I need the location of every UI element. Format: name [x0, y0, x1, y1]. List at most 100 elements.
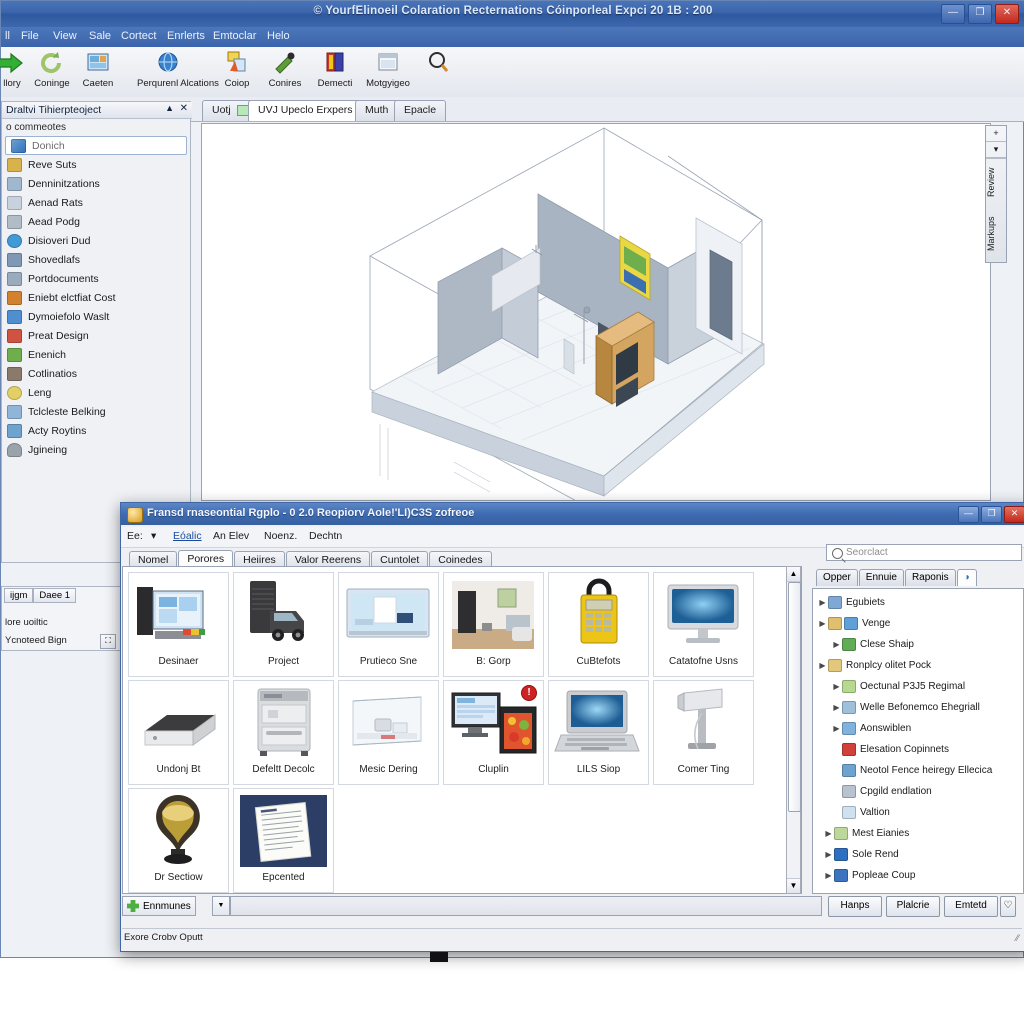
grid-item[interactable]: B: Gorp: [443, 572, 544, 677]
zoom-in-button[interactable]: +: [986, 126, 1006, 142]
list-item[interactable]: Preat Design: [2, 326, 190, 345]
component-dropdown-button[interactable]: ▼: [212, 896, 230, 916]
tree-row[interactable]: Valtion: [813, 802, 1023, 823]
lower-left-expand-button[interactable]: ⛶: [100, 634, 116, 649]
expand-arrow-icon[interactable]: ▶: [817, 619, 828, 628]
scrollbar-thumb[interactable]: [788, 582, 801, 812]
close-icon[interactable]: ✕: [180, 103, 188, 114]
doc-tab-active[interactable]: UVJ Upeclo Erxpers: [248, 100, 363, 121]
menu-item-cortect[interactable]: Cortect: [121, 30, 156, 42]
minimize-button[interactable]: —: [941, 4, 965, 24]
toolbar-button-search[interactable]: [407, 49, 469, 78]
lower-left-tab-1[interactable]: Daee 1: [33, 588, 77, 603]
model-viewport[interactable]: [201, 123, 991, 501]
thumbnail-grid[interactable]: Desinaer Project Prutieco Sne B: Gorp Cu…: [122, 566, 802, 894]
grid-item[interactable]: Catatofne Usns: [653, 572, 754, 677]
dialog-menu-dechtn[interactable]: Dechtn: [309, 530, 342, 542]
tree-row[interactable]: ▶ Welle Befonemco Ehegriall: [813, 697, 1023, 718]
expand-arrow-icon[interactable]: ▶: [817, 598, 828, 607]
tree-row[interactable]: ▶ Venge: [813, 613, 1023, 634]
chevron-down-icon[interactable]: ▾: [986, 142, 1006, 158]
dialog-menu-edit[interactable]: Eóalic: [173, 530, 202, 542]
tree-row[interactable]: ▶ Popleae Coup: [813, 865, 1023, 886]
right-tab-opper[interactable]: Opper: [816, 569, 858, 586]
grid-item[interactable]: Comer Ting: [653, 680, 754, 785]
dialog-minimize-button[interactable]: —: [958, 506, 979, 523]
right-tab-ennuie[interactable]: Ennuie: [858, 569, 904, 586]
menu-item-help[interactable]: Helo: [267, 30, 290, 42]
menu-item-file[interactable]: File: [21, 30, 39, 42]
menu-item-view[interactable]: View: [53, 30, 77, 42]
grid-scrollbar[interactable]: ▲ ▼: [786, 566, 801, 894]
menu-item-0[interactable]: ll: [5, 30, 10, 42]
list-item[interactable]: Reve Suts: [2, 155, 190, 174]
tree-row[interactable]: Neotol Fence heiregy Ellecica: [813, 760, 1023, 781]
list-item[interactable]: Denninitzations: [2, 174, 190, 193]
component-button[interactable]: Ennmunes: [122, 896, 196, 916]
grid-item[interactable]: Undonj Bt: [128, 680, 229, 785]
grid-item[interactable]: Project: [233, 572, 334, 677]
grid-item[interactable]: Epcented: [233, 788, 334, 893]
expand-arrow-icon[interactable]: ▶: [831, 640, 842, 649]
project-tree-search-row[interactable]: Donich: [5, 136, 187, 155]
dialog-tree-panel[interactable]: ▶ Egubiets ▶ Venge ▶ Clese Shaip ▶ Ronplcy o…: [812, 588, 1024, 894]
dialog-restore-button[interactable]: ❐: [981, 506, 1002, 523]
menu-item-enrlerts[interactable]: Enrlerts: [167, 30, 205, 42]
tree-row[interactable]: ▶ Sole Rend: [813, 844, 1023, 865]
grid-item[interactable]: Desinaer: [128, 572, 229, 677]
dialog-menu-noenz[interactable]: Noenz.: [264, 530, 297, 542]
right-tab-refresh-icon[interactable]: ◑: [956, 569, 977, 586]
doc-tab-muth[interactable]: Muth: [355, 100, 399, 121]
grid-item[interactable]: ! Cluplin: [443, 680, 544, 785]
expand-arrow-icon[interactable]: ▶: [823, 850, 834, 859]
tree-row[interactable]: Elesation Copinnets: [813, 739, 1023, 760]
dialog-close-button[interactable]: ✕: [1004, 506, 1024, 523]
grid-item[interactable]: Dr Sectiow: [128, 788, 229, 893]
toolbar-button-perqurenl[interactable]: Perqurenl Alcations: [137, 49, 219, 89]
scroll-up-button[interactable]: ▲: [787, 567, 800, 582]
list-item[interactable]: Portdocuments: [2, 269, 190, 288]
list-item[interactable]: Aenad Rats: [2, 193, 190, 212]
list-item[interactable]: Disioveri Dud: [2, 231, 190, 250]
list-item[interactable]: Eniebt elctfiat Cost: [2, 288, 190, 307]
tree-row[interactable]: ▶ Mest Eianies: [813, 823, 1023, 844]
grid-item[interactable]: Mesic Dering: [338, 680, 439, 785]
expand-arrow-icon[interactable]: ▶: [817, 661, 828, 670]
tree-row[interactable]: ▶ Clese Shaip: [813, 634, 1023, 655]
tab-markups[interactable]: Markups: [986, 206, 1006, 262]
list-item[interactable]: Shovedlafs: [2, 250, 190, 269]
dialog-menu-view[interactable]: An Elev: [213, 530, 249, 542]
tab-review[interactable]: Review: [986, 158, 1006, 206]
action-button-plalcrie[interactable]: Plalcrie: [886, 896, 940, 917]
lower-left-tab-0[interactable]: ijgm: [4, 588, 34, 603]
expand-arrow-icon[interactable]: ▶: [831, 703, 842, 712]
tree-row[interactable]: ▶ Aonswiblen: [813, 718, 1023, 739]
tree-row[interactable]: Cpgild endlation: [813, 781, 1023, 802]
chevron-down-icon[interactable]: ▾: [151, 530, 156, 542]
dialog-search-box[interactable]: Seorclact: [826, 544, 1022, 561]
favorite-icon[interactable]: ♡: [1000, 896, 1016, 917]
grid-item[interactable]: LILS Siop: [548, 680, 649, 785]
toolbar-button-caeten[interactable]: Caeten: [67, 49, 129, 89]
chevron-up-icon[interactable]: ▲: [165, 103, 174, 113]
tree-row[interactable]: ▶ Oectunal P3J5 Regimal: [813, 676, 1023, 697]
list-item[interactable]: Cotlinatios: [2, 364, 190, 383]
close-button[interactable]: ✕: [995, 4, 1019, 24]
action-button-hanps[interactable]: Hanps: [828, 896, 882, 917]
list-item[interactable]: Enenich: [2, 345, 190, 364]
list-item[interactable]: Jgineing: [2, 440, 190, 459]
tree-row[interactable]: ▶ Ronplcy olitet Pock: [813, 655, 1023, 676]
restore-button[interactable]: ❐: [968, 4, 992, 24]
resize-grip-icon[interactable]: ⁄⁄: [1016, 933, 1019, 943]
tree-row[interactable]: ▶ Egubiets: [813, 592, 1023, 613]
grid-item[interactable]: Defeltt Decolc: [233, 680, 334, 785]
list-item[interactable]: Acty Roytins: [2, 421, 190, 440]
list-item[interactable]: Aead Podg: [2, 212, 190, 231]
component-field[interactable]: [230, 896, 822, 916]
list-item[interactable]: Dymoiefolo Waslt: [2, 307, 190, 326]
menu-item-emtoclar[interactable]: Emtoclar: [213, 30, 256, 42]
action-button-emtetd[interactable]: Emtetd: [944, 896, 998, 917]
list-item[interactable]: Tclcleste Belking: [2, 402, 190, 421]
menu-item-sale[interactable]: Sale: [89, 30, 111, 42]
list-item[interactable]: Leng: [2, 383, 190, 402]
